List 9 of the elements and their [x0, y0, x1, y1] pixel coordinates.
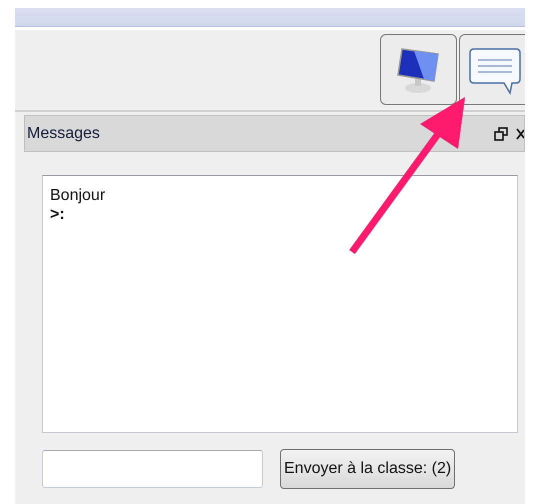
- chat-button[interactable]: [459, 34, 525, 105]
- panel-title: Messages: [27, 124, 100, 144]
- close-icon[interactable]: [516, 128, 524, 140]
- message-text: Bonjour: [50, 186, 106, 205]
- restore-icon[interactable]: [494, 126, 508, 140]
- send-button[interactable]: Envoyer à la classe: (2): [280, 449, 456, 489]
- monitor-button[interactable]: [380, 34, 457, 105]
- prompt-text: >:: [50, 205, 66, 224]
- message-input[interactable]: [42, 450, 263, 488]
